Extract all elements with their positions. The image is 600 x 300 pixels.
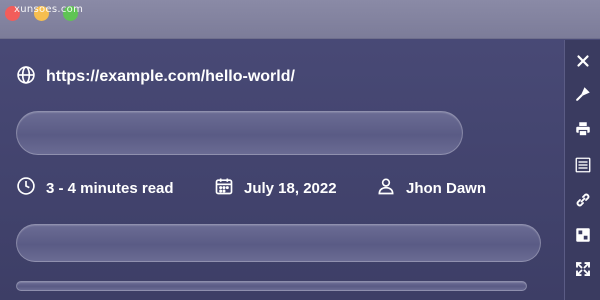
pen-icon [574,85,592,108]
article-preview: https://example.com/hello-world/ 3 - 4 m… [0,40,564,300]
watermark: xunsoes.com [14,4,84,15]
clock-icon [16,176,36,200]
date-text: July 18, 2022 [244,179,337,197]
title-bar: xunsoes.com [0,0,600,39]
fullscreen-button[interactable] [572,260,594,282]
content-placeholder [16,224,541,262]
publish-date: July 18, 2022 [214,176,337,200]
image-button[interactable] [572,226,594,248]
list-button[interactable] [572,156,594,178]
author: Jhon Dawn [376,176,486,200]
globe-icon [16,65,36,90]
print-button[interactable] [572,120,594,142]
read-time: 3 - 4 minutes read [16,176,174,200]
author-text: Jhon Dawn [406,179,487,197]
list-icon [574,156,592,179]
calendar-icon [214,176,234,200]
article-url[interactable]: https://example.com/hello-world/ [16,64,295,90]
tool-sidebar [564,40,600,300]
close-icon [574,52,592,75]
article-meta: 3 - 4 minutes read July 18, 2022 Jhon Da… [16,176,556,200]
content-placeholder-line [16,281,527,291]
fullscreen-icon [574,260,592,283]
pen-button[interactable] [572,85,594,107]
title-placeholder [16,111,463,155]
user-icon [376,176,396,200]
link-button[interactable] [572,191,594,213]
printer-icon [574,120,592,143]
read-time-text: 3 - 4 minutes read [46,179,174,197]
app-window: xunsoes.com https://example.com/hello-wo… [0,0,600,300]
image-icon [574,226,592,249]
link-icon [574,191,592,214]
close-button[interactable] [572,52,594,74]
url-text[interactable]: https://example.com/hello-world/ [46,68,295,86]
